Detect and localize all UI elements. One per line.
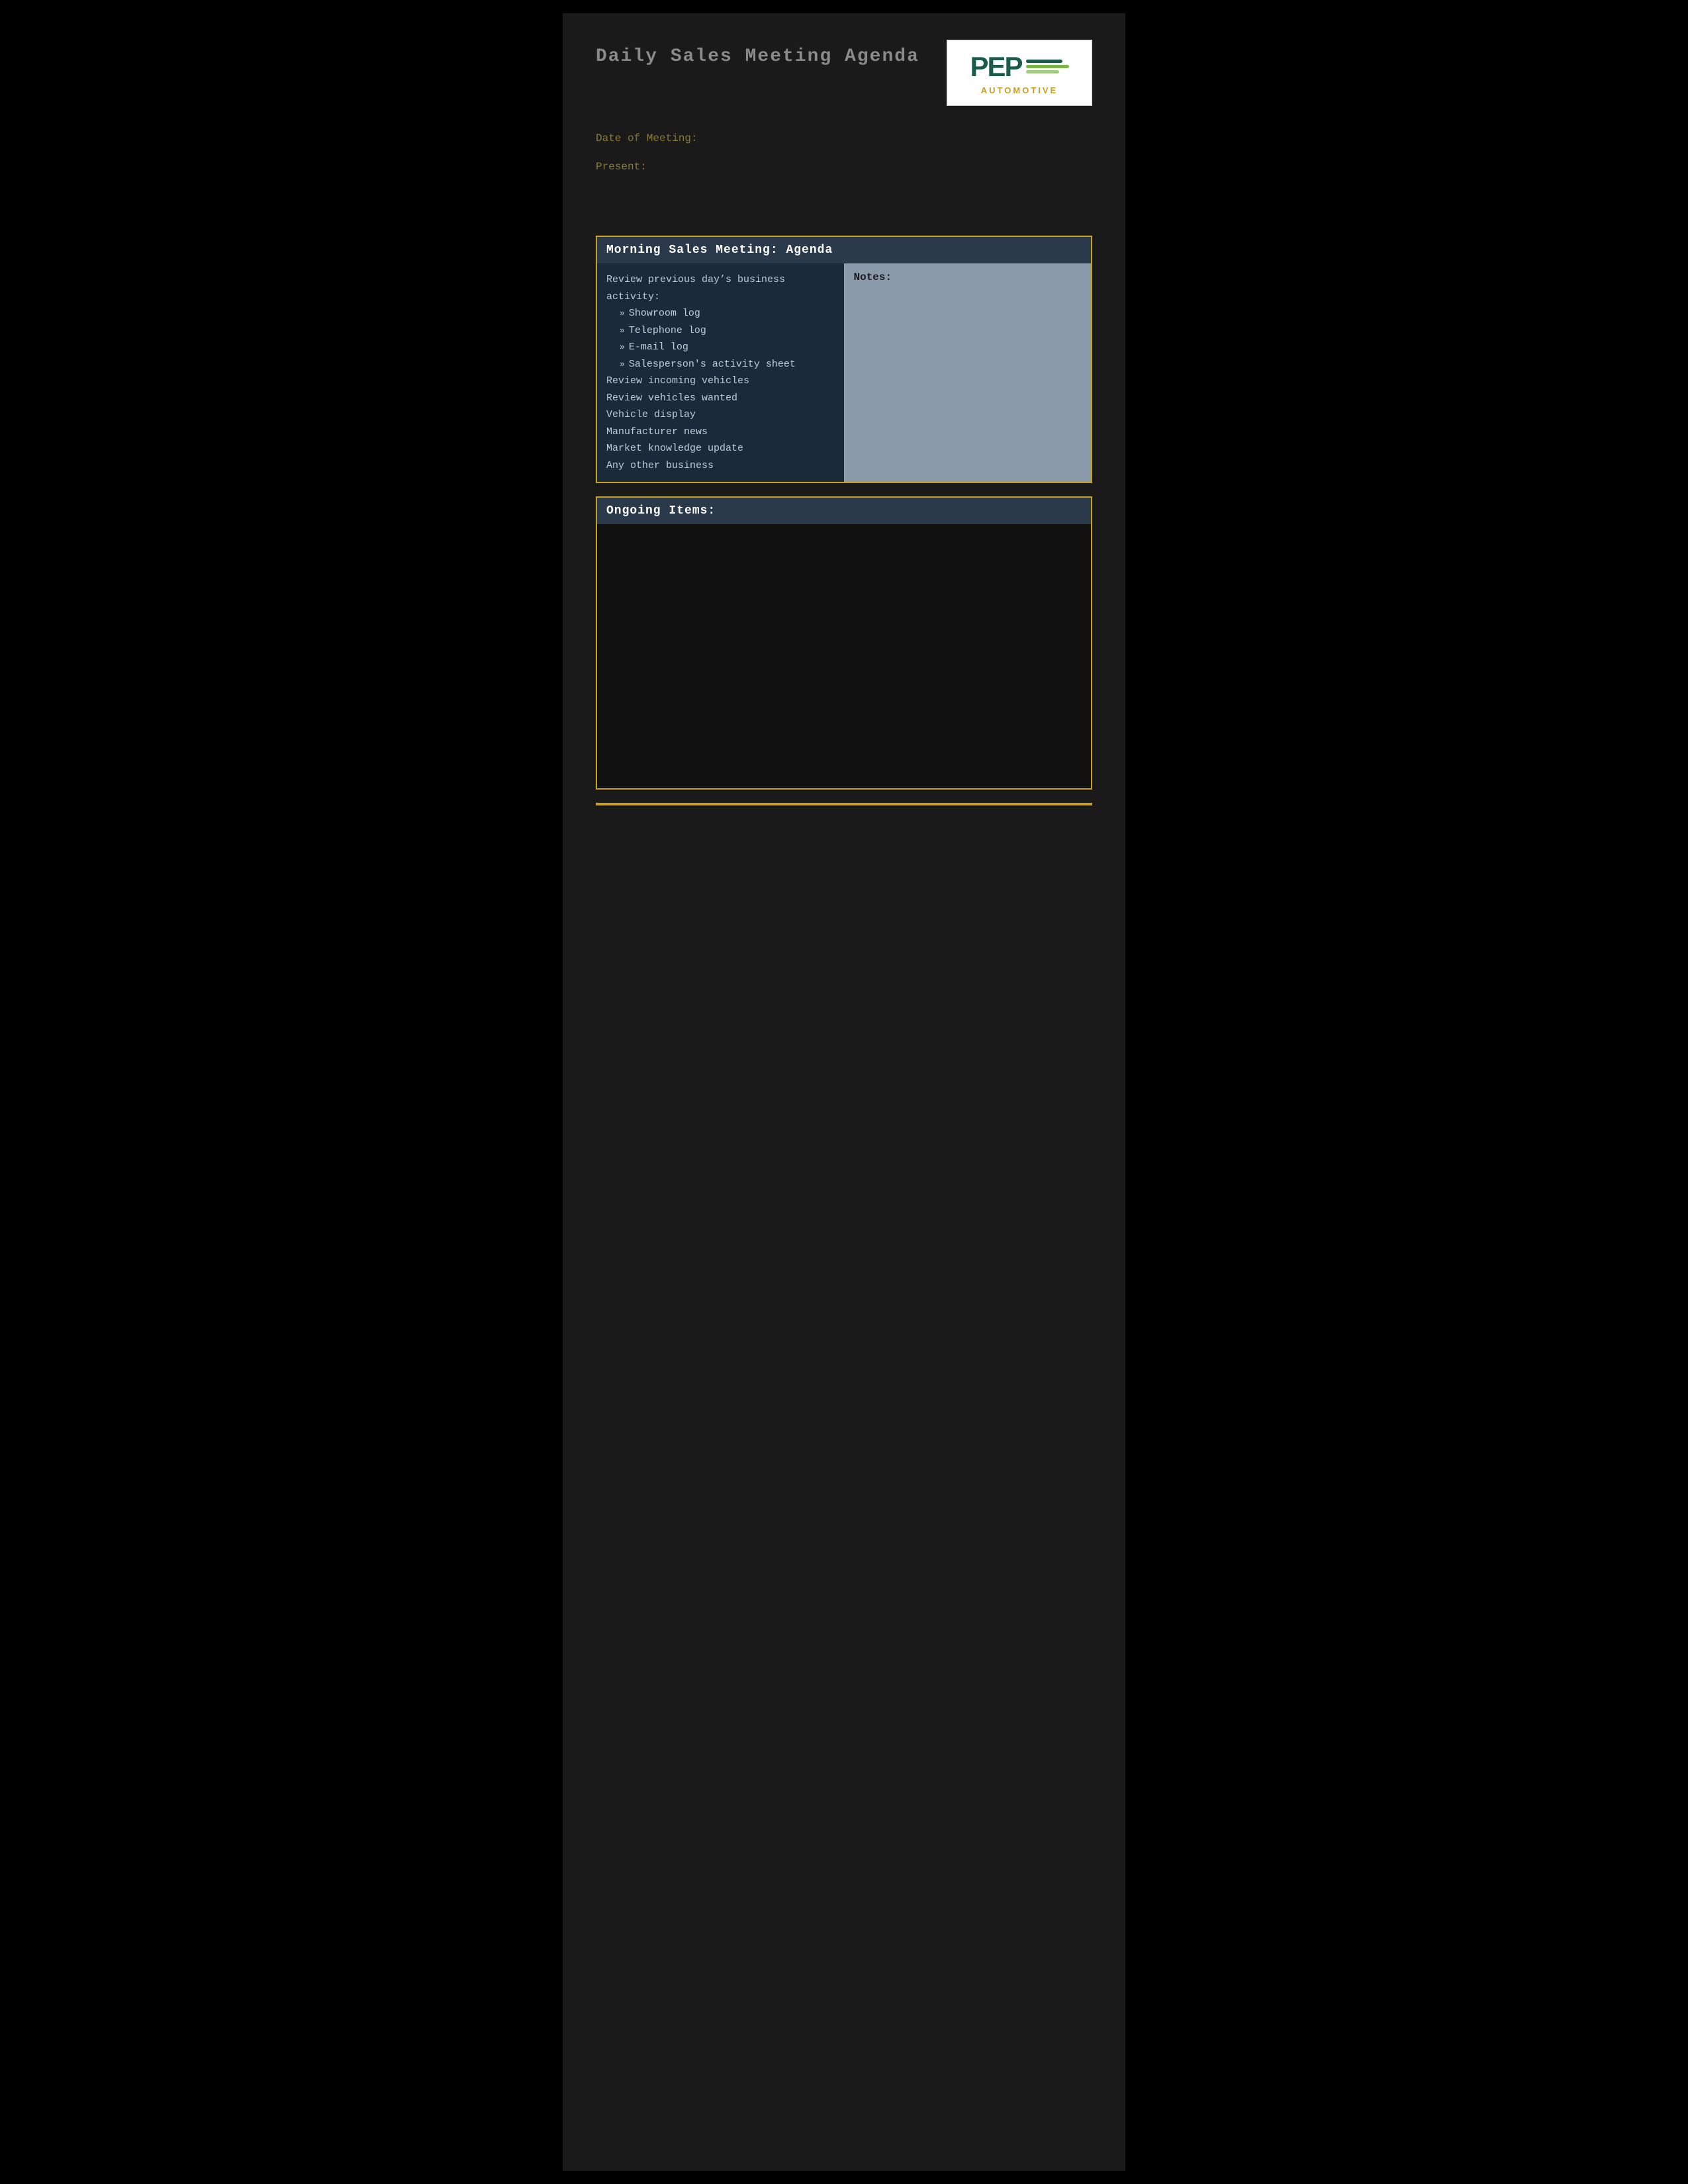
present-field: Present: [596,161,1092,173]
morning-section-table: Morning Sales Meeting: Agenda Review pre… [596,236,1092,483]
page-title: Daily Sales Meeting Agenda [596,40,919,67]
date-label: Date of Meeting: [596,132,1092,144]
wave-line-3 [1026,70,1059,73]
agenda-any-other: Any other business [606,457,835,475]
logo-pep-text: PEP [970,51,1021,83]
sub-item-telephone: »Telephone log [606,322,835,340]
logo-pep-row: PEP [970,51,1068,83]
agenda-intro: Review previous day’s business activity: [606,271,835,305]
logo-automotive-text: AUTOMOTIVE [981,85,1058,95]
ongoing-section-header: Ongoing Items: [596,497,1092,524]
logo-waves [1026,60,1069,73]
ongoing-body [596,524,1092,789]
agenda-column: Review previous day’s business activity:… [596,263,844,482]
notes-label: Notes: [854,271,1082,283]
bullet-arrow-4: » [620,359,625,369]
agenda-review-wanted: Review vehicles wanted [606,390,835,407]
morning-section-header: Morning Sales Meeting: Agenda [596,236,1092,263]
sub-item-showroom: »Showroom log [606,305,835,322]
company-logo: PEP AUTOMOTIVE [947,40,1092,106]
page: Daily Sales Meeting Agenda PEP AUTOMOTIV… [563,13,1125,2171]
agenda-vehicle-display: Vehicle display [606,406,835,424]
ongoing-section-table: Ongoing Items: [596,496,1092,790]
header: Daily Sales Meeting Agenda PEP AUTOMOTIV… [596,40,1092,106]
bullet-arrow-3: » [620,342,625,352]
bullet-arrow-1: » [620,308,625,318]
agenda-review-incoming: Review incoming vehicles [606,373,835,390]
bottom-bar [596,803,1092,805]
ongoing-header-text: Ongoing Items: [606,504,716,518]
wave-line-1 [1026,60,1062,63]
bullet-arrow-2: » [620,326,625,336]
agenda-market-knowledge: Market knowledge update [606,440,835,457]
sub-item-email: »E-mail log [606,339,835,356]
wave-line-2 [1026,65,1069,68]
present-label: Present: [596,161,1092,173]
notes-column: Notes: [844,263,1092,482]
agenda-manufacturer-news: Manufacturer news [606,424,835,441]
date-of-meeting-field: Date of Meeting: [596,132,1092,144]
sub-item-salesperson: »Salesperson's activity sheet [606,356,835,373]
morning-header-text: Morning Sales Meeting: Agenda [606,244,833,257]
